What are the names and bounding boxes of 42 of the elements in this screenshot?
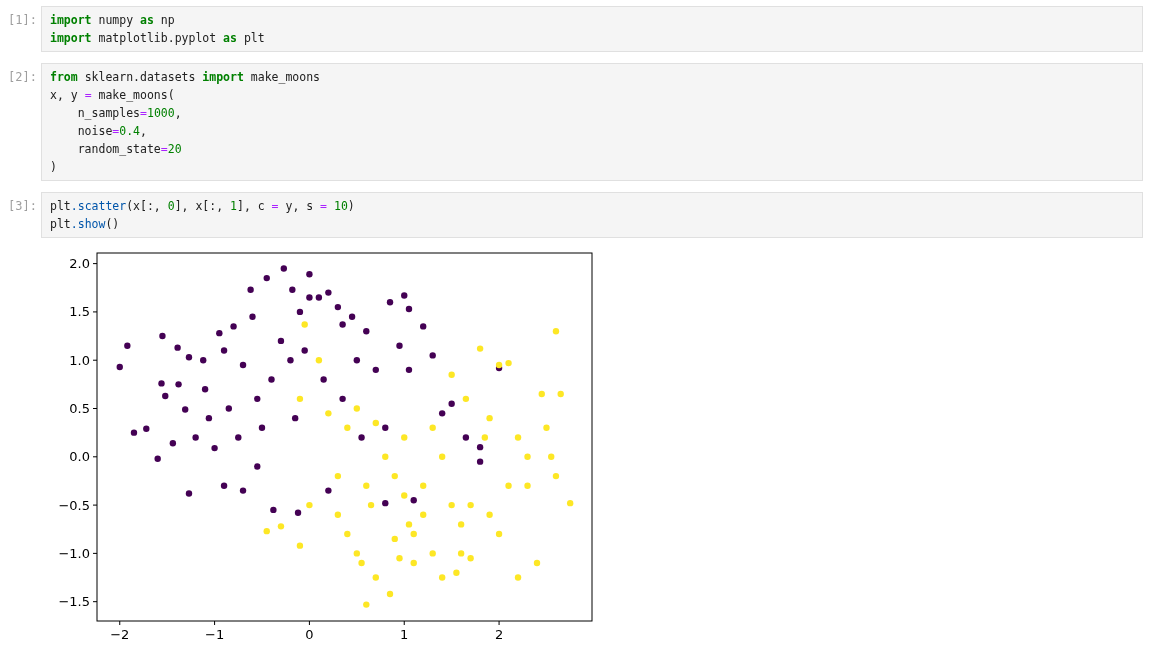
x-tick-label: −1: [205, 627, 225, 642]
y-tick-label: 0.0: [69, 449, 90, 465]
y-tick-label: −0.5: [58, 497, 90, 513]
x-tick-mark: [498, 620, 500, 626]
y-tick-label: 1.5: [69, 304, 90, 320]
y-tick-label: 2.0: [69, 256, 90, 272]
code-line: ): [50, 159, 58, 176]
code-line: noise=0.4,: [76, 123, 148, 140]
x-tick-label: 2: [494, 627, 504, 642]
code-line: import numpy as np: [50, 12, 176, 29]
cell-prompt: [2]:: [8, 69, 38, 86]
y-tick-label: 0.5: [69, 401, 90, 416]
cell-prompt: [1]:: [8, 12, 38, 29]
code-line: plt.scatter(x[:, 0], x[:, 1], c = y, s = 10): [50, 198, 356, 215]
x-tick-mark: [308, 620, 310, 626]
y-tick-mark: [92, 263, 98, 265]
cell-prompt: [3]:: [8, 198, 38, 215]
code-cell-input[interactable]: from sklearn.datasets import make_moons x, y = make_moons( n_samples=1000, noise=0.4, random_state=20 ): [41, 63, 1143, 181]
x-tick-label: 1: [400, 627, 409, 642]
code-line: import matplotlib.pyplot as plt: [50, 30, 266, 47]
y-tick-mark: [92, 504, 98, 506]
y-tick-mark: [92, 311, 98, 313]
y-tick-label: −1.0: [58, 545, 90, 561]
code-line: x, y = make_moons(: [50, 87, 176, 104]
code-line: random_state=20: [76, 141, 183, 158]
code-cell-input[interactable]: import numpy as np import matplotlib.pyplot as plt: [41, 6, 1143, 52]
code-line: plt.show(): [50, 216, 121, 233]
y-tick-mark: [92, 456, 98, 458]
x-tick-label: −2: [110, 627, 130, 642]
code-line: from sklearn.datasets import make_moons: [50, 69, 322, 86]
y-tick-label: −1.5: [58, 594, 90, 610]
y-tick-mark: [92, 552, 98, 554]
y-tick-mark: [92, 359, 98, 361]
x-tick-mark: [214, 620, 216, 626]
x-tick-label: 0: [305, 627, 314, 642]
y-tick-mark: [92, 601, 98, 603]
x-tick-mark: [403, 620, 405, 626]
y-tick-mark: [92, 408, 98, 409]
code-line: n_samples=1000,: [76, 105, 183, 122]
code-cell-input[interactable]: plt.scatter(x[:, 0], x[:, 1], c = y, s = 10) plt.show(): [41, 192, 1143, 238]
y-tick-label: 1.0: [69, 352, 90, 368]
x-tick-mark: [119, 620, 121, 626]
